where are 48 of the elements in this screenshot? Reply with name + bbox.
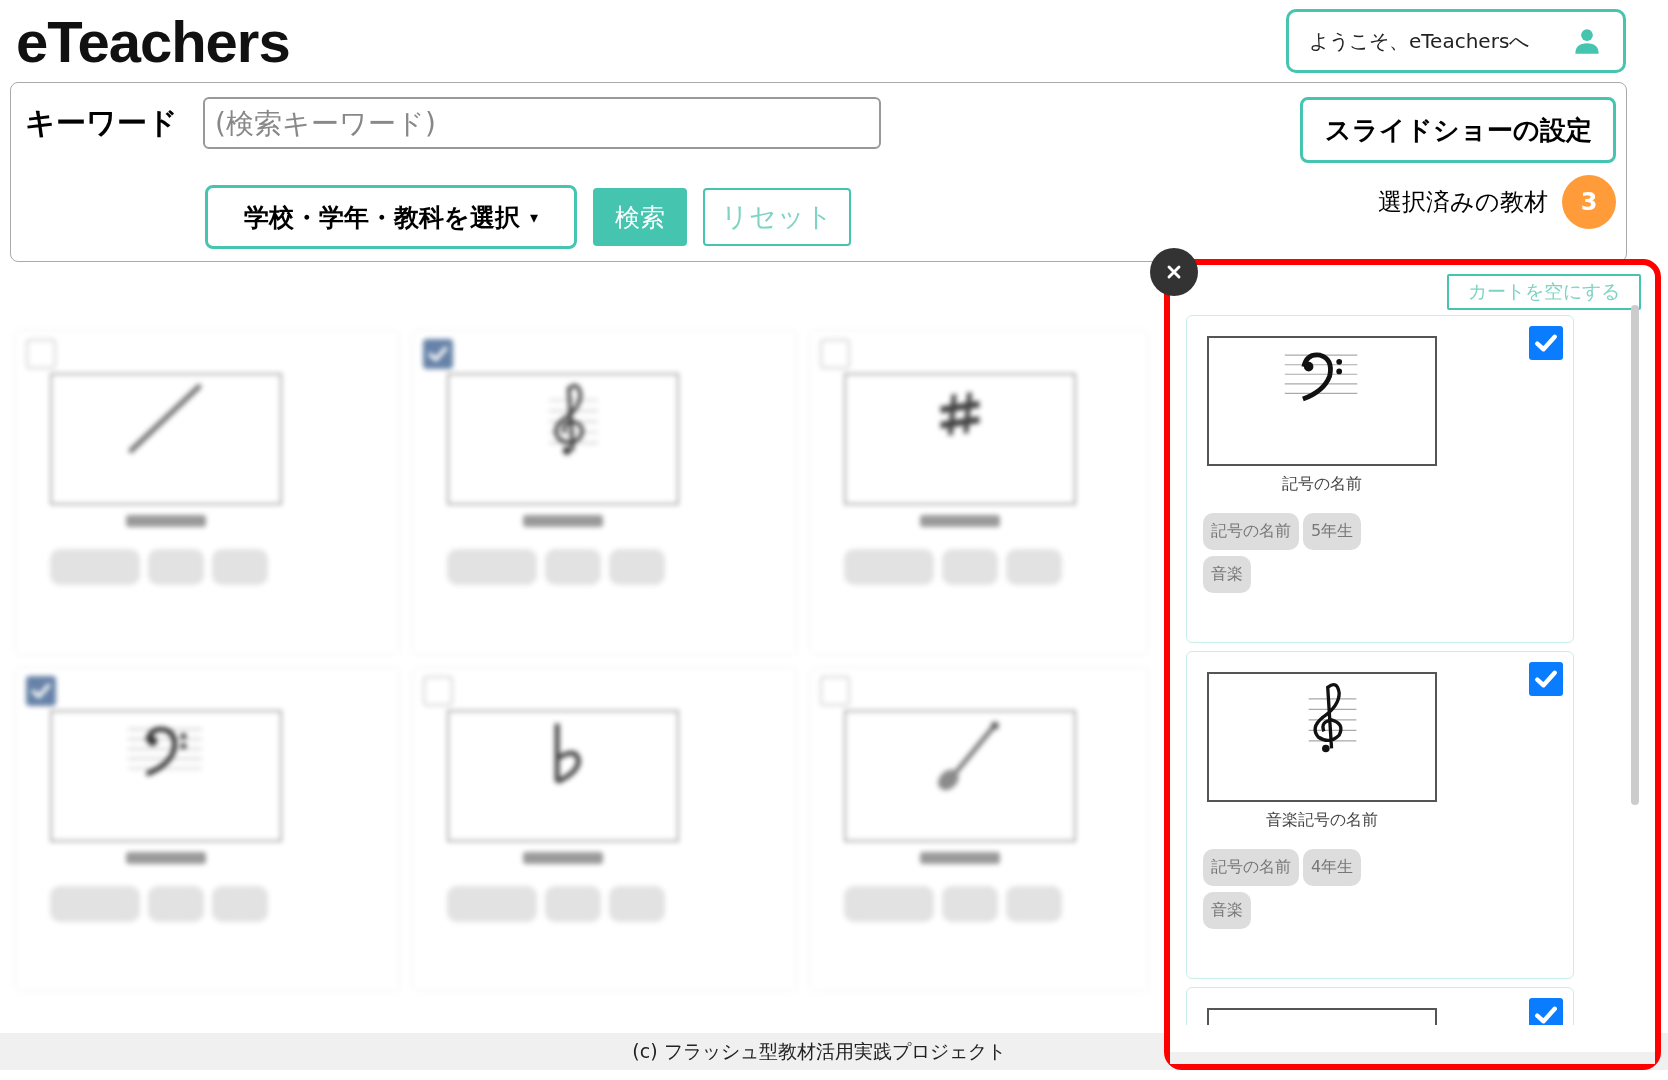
tag-chip: 5年生 bbox=[1303, 513, 1362, 550]
keyword-label: キーワード bbox=[25, 103, 179, 142]
material-card[interactable] bbox=[15, 330, 400, 655]
material-card[interactable] bbox=[809, 330, 1149, 655]
slideshow-settings-button[interactable]: スライドショーの設定 bbox=[1300, 97, 1616, 163]
checkbox[interactable] bbox=[1529, 998, 1563, 1025]
tag-chip: 記号の名前 bbox=[1203, 849, 1299, 886]
tag-chip: 音楽 bbox=[1203, 556, 1251, 593]
blurred-tag bbox=[148, 549, 204, 585]
close-button[interactable] bbox=[1150, 248, 1198, 296]
instrument-drawing bbox=[938, 721, 999, 791]
site-logo[interactable]: eTeachers bbox=[16, 7, 290, 75]
material-card[interactable] bbox=[412, 667, 797, 992]
treble-clef-drawing bbox=[1308, 683, 1357, 753]
scrollbar[interactable] bbox=[1631, 305, 1639, 805]
sharp-drawing bbox=[940, 392, 980, 436]
blurred-tag bbox=[942, 886, 998, 922]
blurred-tag bbox=[545, 549, 601, 585]
checkbox[interactable] bbox=[423, 339, 453, 369]
material-caption: 音楽記号の名前 bbox=[1265, 810, 1379, 831]
material-card[interactable] bbox=[15, 667, 400, 992]
blurred-tag bbox=[609, 886, 665, 922]
blurred-tag bbox=[609, 549, 665, 585]
user-icon bbox=[1573, 27, 1601, 55]
welcome-box[interactable]: ようこそ、eTeachersへ bbox=[1286, 9, 1626, 73]
selected-materials-label: 選択済みの教材 bbox=[1378, 187, 1548, 218]
checkbox[interactable] bbox=[1529, 662, 1563, 696]
material-card[interactable] bbox=[412, 330, 797, 655]
blurred-tag bbox=[212, 549, 268, 585]
keyword-field[interactable]: (検索キーワード) bbox=[203, 97, 881, 149]
footer-text: (c) フラッシュ型教材活用実践プロジェクト bbox=[632, 1038, 1006, 1064]
tag-chip: 4年生 bbox=[1303, 849, 1362, 886]
blurred-tag bbox=[1006, 549, 1062, 585]
blurred-tag bbox=[212, 886, 268, 922]
checkbox[interactable] bbox=[1529, 326, 1563, 360]
blurred-tag bbox=[1006, 886, 1062, 922]
material-card[interactable] bbox=[809, 667, 1149, 992]
tag-chip: 記号の名前 bbox=[1203, 513, 1299, 550]
checkbox[interactable] bbox=[26, 676, 56, 706]
blurred-tag bbox=[942, 549, 998, 585]
count-badge: 3 bbox=[1562, 175, 1616, 229]
flat-drawing bbox=[554, 723, 581, 784]
tag-chip: 音楽 bbox=[1203, 892, 1251, 929]
blurred-tag bbox=[545, 886, 601, 922]
material-caption: 記号の名前 bbox=[1281, 474, 1363, 495]
treble-clef-drawing bbox=[548, 384, 599, 455]
filter-dropdown[interactable]: 学校・学年・教科を選択 ▾ bbox=[205, 185, 577, 249]
blurred-tag bbox=[148, 886, 204, 922]
